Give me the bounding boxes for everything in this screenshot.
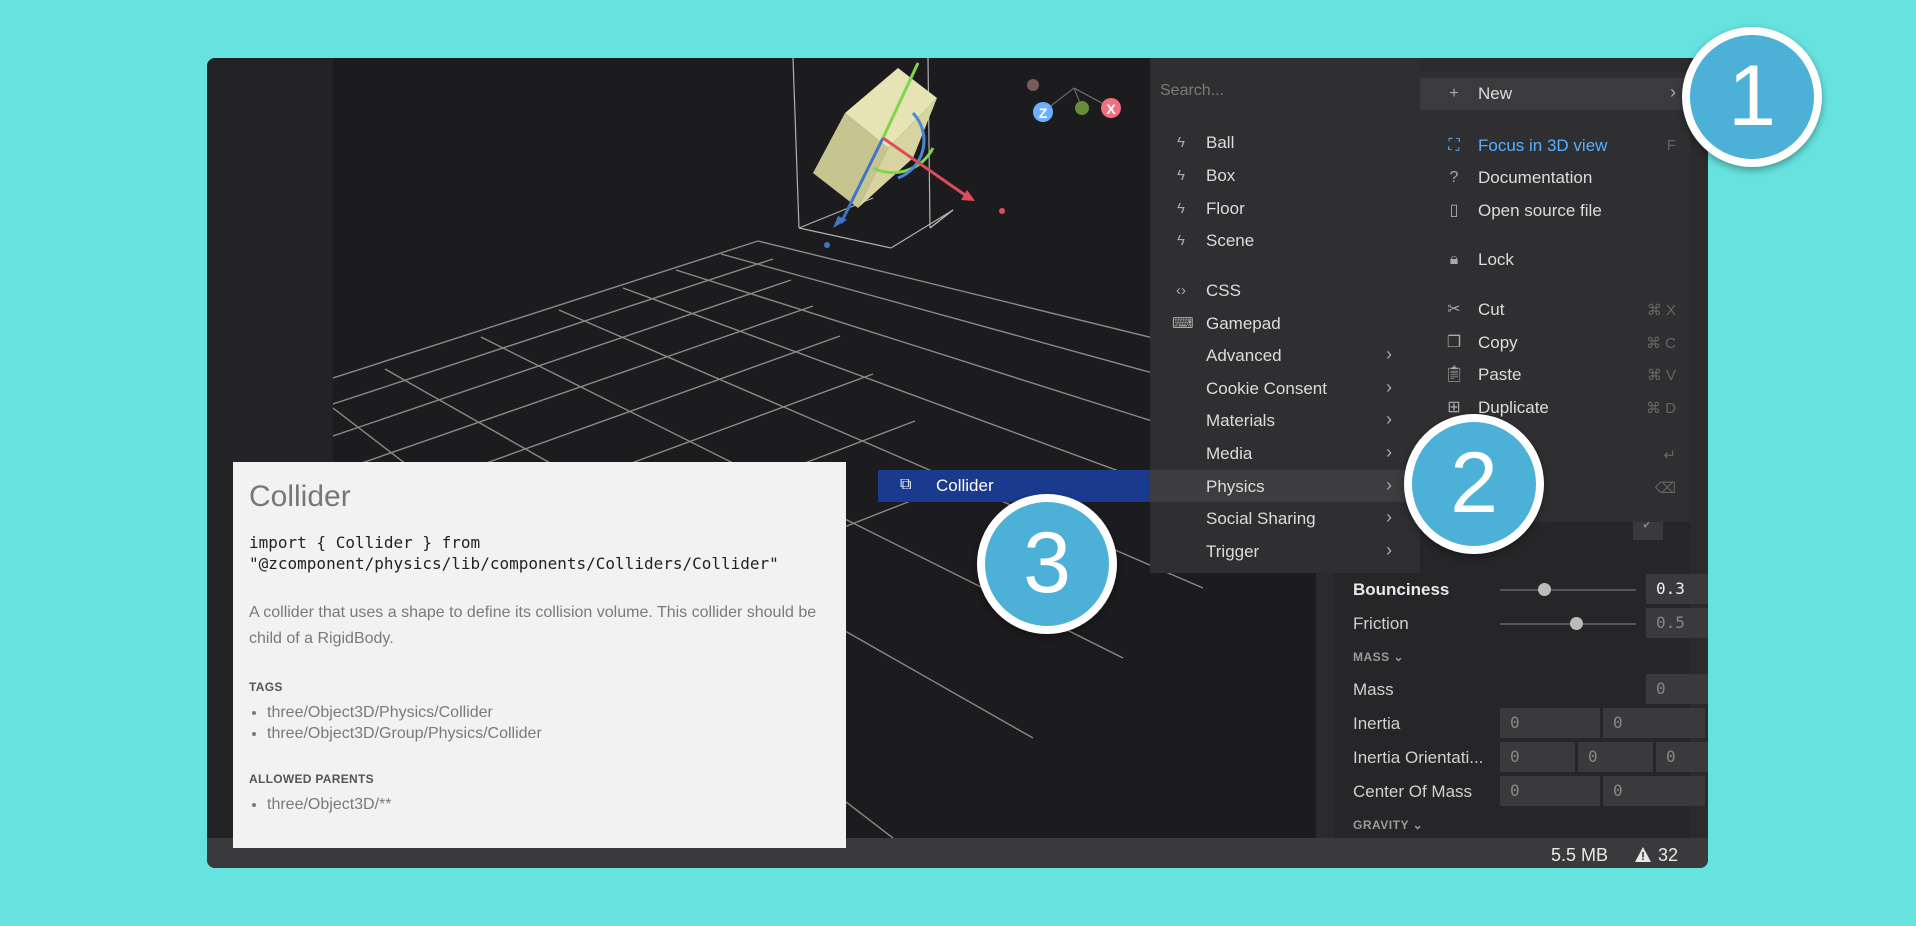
friction-label: Friction: [1353, 614, 1409, 633]
add-component-menu: Search... ϟ Ball ϟ Box ϟ Floor ϟ Scene ‹› CSS…: [1150, 58, 1420, 573]
collider-icon: ⧉: [900, 476, 912, 493]
lock-icon: 🔒︎: [1449, 251, 1459, 268]
paste-icon: 📋︎: [1444, 366, 1465, 383]
menu-item-paste[interactable]: 📋︎ Paste ⌘ V: [1420, 359, 1690, 391]
inertia-orientation-z-input[interactable]: 0: [1656, 742, 1708, 772]
doc-parents-list: three/Object3D/**: [249, 794, 392, 815]
inertia-orientation-y-input[interactable]: 0: [1578, 742, 1653, 772]
step-badge-3: 3: [977, 494, 1117, 634]
code-icon: ‹›: [1176, 282, 1186, 299]
chevron-right-icon: ›: [1386, 409, 1392, 429]
menu-item-advanced[interactable]: Advanced ›: [1150, 339, 1420, 371]
inertia-orientation-label: Inertia Orientati...: [1353, 748, 1484, 767]
doc-import-code: import { Collider } from "@zcomponent/ph…: [249, 533, 779, 573]
chevron-right-icon: ›: [1670, 82, 1676, 102]
friction-slider[interactable]: [1500, 623, 1636, 625]
mass-section-label: MASS: [1353, 650, 1390, 664]
chevron-right-icon: ›: [1386, 344, 1392, 364]
scissors-icon: ✂: [1447, 301, 1461, 318]
menu-item-cookie-consent[interactable]: Cookie Consent ›: [1150, 372, 1420, 404]
collider-label: Collider: [936, 476, 994, 495]
chevron-right-icon: ›: [1386, 507, 1392, 527]
doc-tags-list: three/Object3D/Physics/Collider three/Ob…: [249, 702, 542, 744]
menu-item-new[interactable]: + New ›: [1420, 78, 1690, 110]
menu-item-media[interactable]: Media ›: [1150, 437, 1420, 469]
gamepad-icon: ⌨: [1172, 315, 1194, 332]
help-icon: ?: [1449, 169, 1459, 186]
bolt-icon: ϟ: [1177, 232, 1185, 249]
menu-item-documentation[interactable]: ? Documentation: [1420, 162, 1690, 194]
friction-input[interactable]: 0.5: [1646, 608, 1708, 638]
menu-search-input[interactable]: Search...: [1160, 82, 1224, 100]
memory-usage: 5.5 MB: [1550, 845, 1608, 865]
chevron-right-icon: ›: [1386, 475, 1392, 495]
menu-item-floor[interactable]: ϟ Floor: [1150, 192, 1420, 224]
gravity-section-label: GRAVITY: [1353, 818, 1409, 832]
focus-icon: ⛶: [1448, 137, 1460, 154]
center-of-mass-y-input[interactable]: 0: [1603, 776, 1705, 806]
bounciness-input[interactable]: 0.3: [1646, 574, 1708, 604]
chevron-right-icon: ›: [1386, 377, 1392, 397]
warning-count[interactable]: 32: [1658, 845, 1678, 866]
step-badge-2: 2: [1404, 414, 1544, 554]
doc-tag: three/Object3D/Physics/Collider: [267, 702, 542, 723]
menu-item-css[interactable]: ‹› CSS: [1150, 274, 1420, 306]
mass-input[interactable]: 0: [1646, 674, 1708, 704]
bounciness-slider-knob[interactable]: [1538, 583, 1551, 596]
warning-icon[interactable]: [1634, 846, 1652, 864]
menu-item-ball[interactable]: ϟ Ball: [1150, 126, 1420, 158]
menu-item-trigger[interactable]: Trigger ›: [1150, 535, 1420, 567]
doc-title: Collider: [249, 480, 351, 513]
bolt-icon: ϟ: [1177, 167, 1185, 184]
delete-icon: ⌫: [1654, 480, 1676, 497]
menu-item-social-sharing[interactable]: Social Sharing ›: [1150, 502, 1420, 534]
gravity-section-header[interactable]: GRAVITY ⌄: [1353, 818, 1423, 832]
enter-icon: ↵: [1663, 447, 1676, 464]
inertia-x-input[interactable]: 0: [1500, 708, 1600, 738]
doc-description: A collider that uses a shape to define i…: [249, 604, 817, 647]
friction-slider-knob[interactable]: [1570, 617, 1583, 630]
menu-item-box[interactable]: ϟ Box: [1150, 159, 1420, 191]
chevron-right-icon: ›: [1386, 442, 1392, 462]
center-of-mass-x-input[interactable]: 0: [1500, 776, 1600, 806]
physics-submenu-collider[interactable]: ⧉ Collider: [878, 470, 1150, 502]
center-of-mass-label: Center Of Mass: [1353, 782, 1473, 801]
plus-icon: +: [1449, 85, 1459, 102]
menu-item-cut[interactable]: ✂ Cut ⌘ X: [1420, 294, 1690, 326]
menu-item-focus-3d[interactable]: ⛶ Focus in 3D view F: [1420, 130, 1690, 162]
doc-tag: three/Object3D/Group/Physics/Collider: [267, 723, 542, 744]
mass-label: Mass: [1353, 680, 1394, 699]
inertia-orientation-x-input[interactable]: 0: [1500, 742, 1575, 772]
inertia-label: Inertia: [1353, 714, 1401, 733]
bounciness-slider[interactable]: [1500, 589, 1636, 591]
bolt-icon: ϟ: [1177, 134, 1185, 151]
cube-object[interactable]: [813, 68, 937, 208]
mass-section-header[interactable]: MASS ⌄: [1353, 650, 1404, 664]
menu-item-lock[interactable]: 🔒︎ Lock: [1420, 244, 1690, 276]
menu-item-gamepad[interactable]: ⌨ Gamepad: [1150, 307, 1420, 339]
chevron-right-icon: ›: [1386, 540, 1392, 560]
copy-icon: ❐: [1446, 334, 1462, 351]
inertia-y-input[interactable]: 0: [1603, 708, 1705, 738]
doc-parent: three/Object3D/**: [267, 794, 392, 815]
menu-item-open-source-file[interactable]: ▯ Open source file: [1420, 195, 1690, 227]
doc-parents-heading: ALLOWED PARENTS: [249, 772, 374, 786]
bolt-icon: ϟ: [1177, 200, 1185, 217]
step-badge-1: 1: [1682, 27, 1822, 167]
menu-item-physics[interactable]: Physics ›: [1150, 470, 1420, 502]
menu-item-copy[interactable]: ❐ Copy ⌘ C: [1420, 327, 1690, 359]
z-axis-label: Z: [1039, 105, 1048, 121]
x-axis-label: X: [1106, 101, 1116, 117]
documentation-tooltip: Collider import { Collider } from "@zcom…: [233, 462, 846, 848]
file-icon: ▯: [1449, 202, 1459, 219]
menu-item-materials[interactable]: Materials ›: [1150, 404, 1420, 436]
bounciness-label: Bounciness: [1353, 580, 1450, 599]
menu-item-scene[interactable]: ϟ Scene: [1150, 224, 1420, 256]
doc-tags-heading: TAGS: [249, 680, 283, 694]
